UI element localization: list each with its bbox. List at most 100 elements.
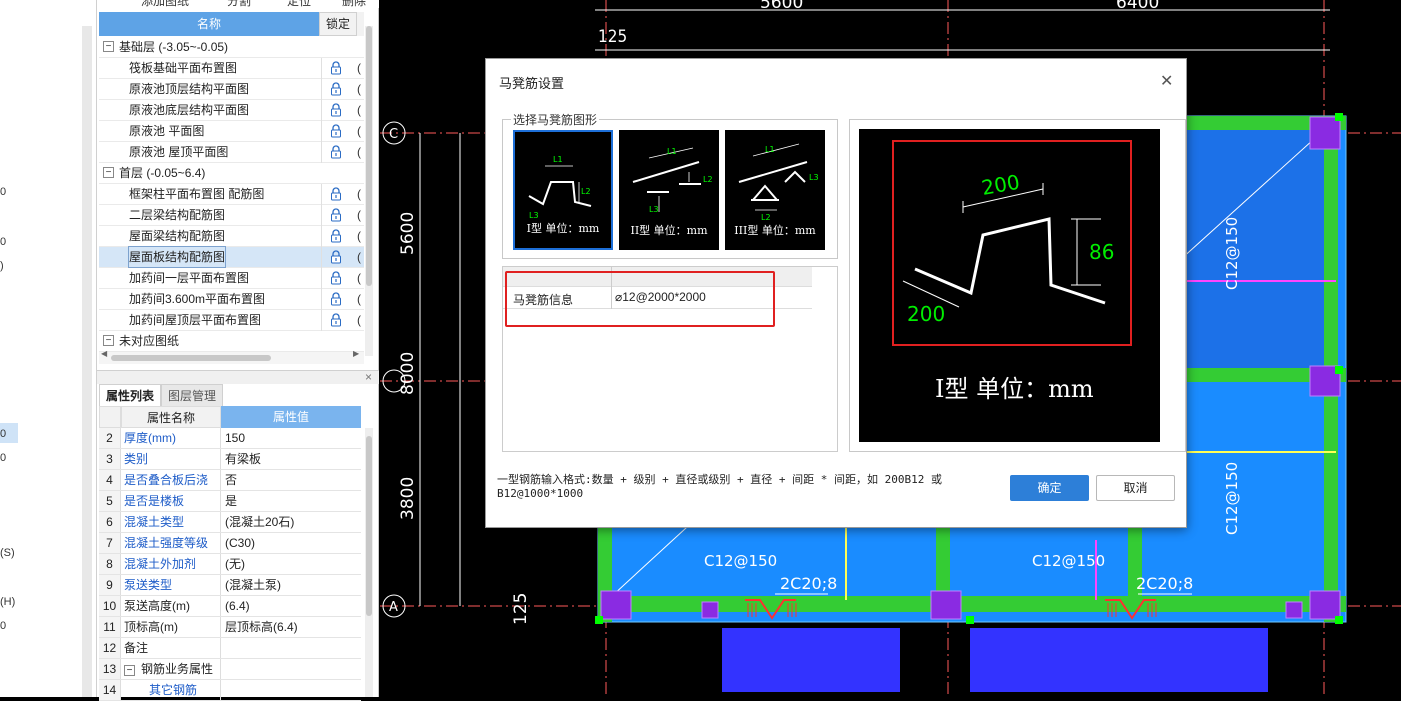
locate-button[interactable]: 定位	[287, 0, 311, 8]
row-extra-column: (	[357, 292, 361, 306]
lock-icon[interactable]	[329, 250, 343, 264]
lock-column-header[interactable]: 锁定	[319, 12, 357, 36]
property-row[interactable]: 12 备注	[99, 638, 361, 659]
property-value[interactable]: (混凝土泵)	[221, 575, 361, 595]
drawing-row[interactable]: 原液池 屋顶平面图 (	[99, 142, 364, 163]
lock-icon[interactable]	[329, 145, 343, 159]
lock-icon[interactable]	[329, 271, 343, 285]
property-value[interactable]: (无)	[221, 554, 361, 574]
property-value[interactable]: 否	[221, 470, 361, 490]
shape-type-3[interactable]: L1 L3 L2 III型 单位：mm	[725, 130, 825, 250]
ok-button[interactable]: 确定	[1010, 475, 1089, 501]
drawing-row[interactable]: 屋面板结构配筋图 (	[99, 246, 364, 268]
dim-6400: 6400	[1116, 0, 1159, 13]
drawing-row[interactable]: 原液池 平面图 (	[99, 121, 364, 142]
rebar-label: 2C20;8	[1136, 574, 1193, 593]
property-value[interactable]: 是	[221, 491, 361, 511]
tree-group-row[interactable]: − 首层 (-0.05~6.4)	[99, 163, 364, 184]
property-row[interactable]: 6 混凝土类型 (混凝土20石)	[99, 512, 361, 533]
shape-type-1[interactable]: L1 L2 L3 I型 单位：mm	[513, 130, 613, 250]
property-value[interactable]: (C30)	[221, 533, 361, 553]
property-name: 厚度(mm)	[121, 428, 221, 448]
row-number: 7	[99, 533, 121, 553]
tab-property-list[interactable]: 属性列表	[99, 384, 162, 406]
drawing-row-label: 原液池底层结构平面图	[129, 103, 250, 117]
close-icon[interactable]: ×	[365, 370, 372, 384]
property-row[interactable]: 9 泵送类型 (混凝土泵)	[99, 575, 361, 596]
strip-fragment: 0	[0, 186, 7, 198]
property-value[interactable]	[221, 659, 361, 679]
row-number: 10	[99, 596, 121, 616]
property-value[interactable]: 有梁板	[221, 449, 361, 469]
drawing-row[interactable]: 原液池顶层结构平面图 (	[99, 79, 364, 100]
group-label: 选择马凳筋图形	[511, 111, 600, 128]
svg-text:L1: L1	[553, 155, 563, 164]
panel-splitter[interactable]: ×	[97, 370, 379, 384]
property-name: − 钢筋业务属性	[121, 659, 221, 679]
collapse-toggle-icon[interactable]: −	[124, 665, 135, 676]
property-row[interactable]: 13− 钢筋业务属性	[99, 659, 361, 680]
drawing-row[interactable]: 框架柱平面布置图 配筋图 (	[99, 184, 364, 205]
drawing-list-hscrollbar[interactable]: ◀ ▶	[99, 349, 364, 364]
property-value[interactable]	[221, 638, 361, 658]
drawing-row-label: 筏板基础平面布置图	[129, 61, 238, 75]
cancel-button[interactable]: 取消	[1096, 475, 1175, 501]
svg-text:L2: L2	[703, 175, 713, 184]
property-row[interactable]: 7 混凝土强度等级 (C30)	[99, 533, 361, 554]
drawing-list-scrollbar[interactable]	[365, 26, 373, 356]
drawing-row-label: 屋面板结构配筋图	[127, 246, 227, 268]
property-value[interactable]: 150	[221, 428, 361, 448]
property-row[interactable]: 2 厚度(mm) 150	[99, 428, 361, 449]
row-extra-column: (	[357, 61, 361, 75]
axis-label-c: C	[389, 127, 398, 142]
property-row[interactable]: 11 顶标高(m) 层顶标高(6.4)	[99, 617, 361, 638]
shape-type-2[interactable]: L1 L2 L3 II型 单位：mm	[619, 130, 719, 250]
shape-selection-group: 选择马凳筋图形 L1 L2 L3 I型 单位：mm L1 L2 L3 II型 单…	[502, 111, 838, 259]
drawing-row[interactable]: 筏板基础平面布置图 (	[99, 58, 364, 79]
collapse-toggle-icon[interactable]: −	[103, 335, 114, 346]
property-value[interactable]: 层顶标高(6.4)	[221, 617, 361, 637]
collapse-toggle-icon[interactable]: −	[103, 167, 114, 178]
property-value[interactable]	[221, 680, 361, 700]
lock-icon[interactable]	[329, 313, 343, 327]
collapse-toggle-icon[interactable]: −	[103, 41, 114, 52]
left-strip-scrollbar[interactable]	[82, 26, 92, 697]
property-row[interactable]: 8 混凝土外加剂 (无)	[99, 554, 361, 575]
property-row[interactable]: 5 是否是楼板是	[99, 491, 361, 512]
delete-button[interactable]: 删除	[342, 0, 366, 8]
lock-icon[interactable]	[329, 103, 343, 117]
property-row[interactable]: 3 类别 有梁板	[99, 449, 361, 470]
tab-layer-management[interactable]: 图层管理	[161, 384, 224, 406]
drawing-row[interactable]: 加药间3.600m平面布置图 (	[99, 289, 364, 310]
drawing-row[interactable]: 二层梁结构配筋图 (	[99, 205, 364, 226]
lock-icon[interactable]	[329, 187, 343, 201]
lock-icon[interactable]	[329, 124, 343, 138]
close-icon[interactable]: ✕	[1160, 71, 1173, 91]
lock-icon[interactable]	[329, 61, 343, 75]
property-value[interactable]: (6.4)	[221, 596, 361, 616]
drawing-row-label: 基础层 (-3.05~-0.05)	[119, 40, 229, 54]
property-row[interactable]: 14 其它钢筋	[99, 680, 361, 701]
tree-group-row[interactable]: − 基础层 (-3.05~-0.05)	[99, 37, 364, 58]
drawing-row[interactable]: 原液池底层结构平面图 (	[99, 100, 364, 121]
split-button[interactable]: 分割	[227, 0, 251, 8]
drawing-row[interactable]: 加药间一层平面布置图 (	[99, 268, 364, 289]
property-scrollbar[interactable]	[365, 428, 373, 697]
property-value[interactable]: (混凝土20石)	[221, 512, 361, 532]
strip-fragment: 0	[0, 428, 7, 440]
lock-icon[interactable]	[329, 82, 343, 96]
drawing-row-label: 加药间屋顶层平面布置图	[129, 313, 262, 327]
drawing-row[interactable]: 加药间屋顶层平面布置图 (	[99, 310, 364, 331]
property-row[interactable]: 10 泵送高度(m) (6.4)	[99, 596, 361, 617]
lock-icon[interactable]	[329, 229, 343, 243]
add-drawing-button[interactable]: 添加图纸	[141, 0, 189, 8]
lock-icon[interactable]	[329, 208, 343, 222]
strip-fragment: 0	[0, 452, 7, 464]
drawing-row[interactable]: 屋面梁结构配筋图 (	[99, 226, 364, 247]
lock-icon[interactable]	[329, 292, 343, 306]
name-column-header[interactable]: 名称	[99, 12, 319, 36]
row-extra-column: (	[357, 82, 361, 96]
tree-group-row[interactable]: − 未对应图纸	[99, 331, 364, 352]
property-name: 类别	[121, 449, 221, 469]
property-row[interactable]: 4 是否叠合板后浇否	[99, 470, 361, 491]
